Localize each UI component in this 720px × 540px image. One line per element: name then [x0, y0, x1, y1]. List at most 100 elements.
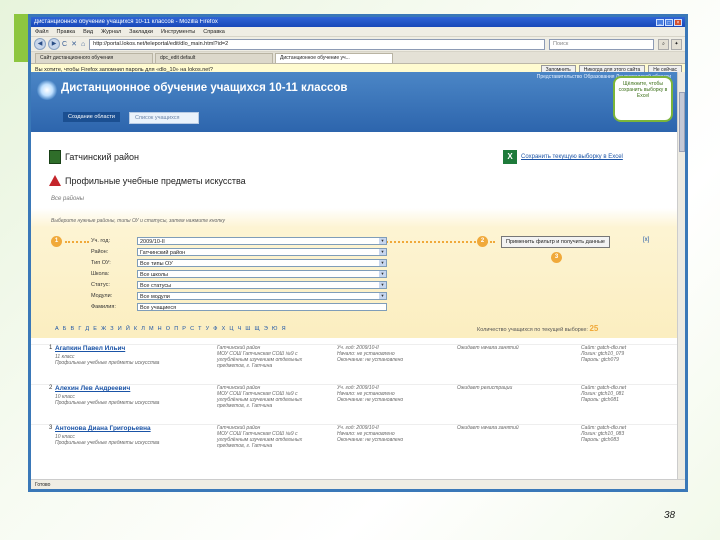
vertical-scrollbar[interactable] — [677, 72, 685, 479]
dropdown-arrow-icon[interactable]: ▼ — [379, 271, 386, 277]
filter-label: Район: — [91, 249, 109, 255]
subject-header: Профильные учебные предметы искусства — [49, 175, 246, 186]
dropdown-arrow-icon[interactable]: ▼ — [379, 238, 386, 244]
apply-filter-button[interactable]: Применить фильтр и получить данные — [501, 236, 610, 248]
excel-icon[interactable]: X — [503, 150, 517, 164]
addon-icon[interactable]: ✦ — [671, 38, 682, 50]
step-1-arrow — [65, 241, 89, 243]
dropdown-arrow-icon[interactable]: ▼ — [379, 249, 386, 255]
filter-row-district: Район: Гатчинский район ▼ — [91, 248, 387, 256]
reset-filter-link[interactable]: [x] — [643, 237, 649, 243]
student-name-link[interactable]: Антонова Диана Григорьевна — [55, 425, 151, 432]
select-value: 2009/10-II — [140, 239, 165, 245]
region-crest-icon — [49, 150, 61, 164]
select-value: Гатчинский район — [140, 250, 186, 256]
site-title: Дистанционное обучение учащихся 10-11 кл… — [61, 82, 348, 94]
select-value: Все модули — [140, 294, 170, 300]
filter-row-school: Школа: Все школы ▼ — [91, 270, 387, 278]
student-name-link[interactable]: Агапкин Павел Ильич — [55, 345, 125, 352]
table-row: 3 Антонова Диана Григорьевна 10 класс Пр… — [31, 424, 677, 463]
close-button[interactable]: × — [674, 18, 682, 26]
excel-export-link[interactable]: Сохранить текущую выборку в Excel — [521, 154, 623, 160]
student-subject: Профильные учебные предметы искусства — [55, 440, 160, 446]
filter-label: Школа: — [91, 271, 110, 277]
tab-dpc-edit[interactable]: dpc_edit default — [155, 53, 273, 63]
login-info: Сайт: gatch-dlo.net Логин: gtch10_079 Па… — [581, 345, 626, 363]
table-row: 2 Алехин Лев Андреевич 10 класс Профильн… — [31, 384, 677, 423]
menu-tools[interactable]: Инструменты — [161, 29, 195, 35]
filter-label: Модули: — [91, 293, 113, 299]
address-bar[interactable]: http://portal.lokos.net/teleportal/edit/… — [89, 38, 545, 50]
slide-frame: Дистанционное обучение учащихся 10-11 кл… — [28, 14, 688, 492]
tab-dlo-active[interactable]: Дистанционное обучение уч... — [275, 53, 393, 63]
all-regions-label[interactable]: Все районы — [51, 196, 84, 202]
dates-info: Уч. год: 2009/10-II Начало: не установле… — [337, 385, 403, 403]
count-label: Количество учащихся по текущей выборке: — [477, 327, 588, 333]
forward-icon[interactable]: ▶ — [48, 38, 60, 50]
date-line: Окончание: не установлено — [337, 437, 404, 443]
menu-file[interactable]: Файл — [35, 29, 49, 35]
filter-row-surname: Фамилия: Все учащиеся — [91, 303, 387, 311]
school-line: предметов, г. Гатчина — [217, 443, 273, 449]
region-name: Гатчинский район — [65, 152, 139, 162]
nav-tab-students[interactable]: Список учащихся — [129, 112, 199, 124]
surname-input[interactable]: Все учащиеся — [137, 303, 387, 311]
search-input[interactable]: Поиск — [549, 38, 654, 50]
select-value: Все школы — [140, 272, 168, 278]
login-info: Сайт: gatch-dlo.net Логин: gtch10_083 Па… — [581, 425, 626, 443]
school-info: Гатчинский район МОУ СОШ Гатчинская СОШ … — [217, 345, 302, 369]
row-number: 3 — [49, 425, 53, 431]
select-value: Все статусы — [140, 283, 172, 289]
excel-hint-bubble: Щёлкните, чтобы сохранить выборку в Exce… — [613, 76, 673, 122]
table-row: 1 Агапкин Павел Ильич 11 класс Профильны… — [31, 344, 677, 383]
tab-bar: Сайт дистанционного обучения dpc_edit de… — [31, 52, 685, 64]
result-count: Количество учащихся по текущей выборке: … — [477, 324, 598, 333]
school-type-select[interactable]: Все типы ОУ ▼ — [137, 259, 387, 267]
menu-view[interactable]: Вид — [83, 29, 93, 35]
window-title: Дистанционное обучение учащихся 10-11 кл… — [34, 19, 218, 25]
login-line: Пароль: gtch079 — [581, 357, 619, 363]
menu-history[interactable]: Журнал — [101, 29, 121, 35]
dropdown-arrow-icon[interactable]: ▼ — [379, 293, 386, 299]
filter-label: Статус: — [91, 282, 110, 288]
menu-bar: Файл Правка Вид Журнал Закладки Инструме… — [31, 27, 685, 37]
search-icon[interactable]: ⌕ — [658, 38, 669, 50]
dropdown-arrow-icon[interactable]: ▼ — [379, 260, 386, 266]
status-select[interactable]: Все статусы ▼ — [137, 281, 387, 289]
alphabet-index[interactable]: А Б В Г Д Е Ж З И Й К Л М Н О П Р С Т У … — [55, 326, 287, 332]
student-name-link[interactable]: Алехин Лев Андреевич — [55, 385, 130, 392]
year-select[interactable]: 2009/10-II ▼ — [137, 237, 387, 245]
excel-export[interactable]: X Сохранить текущую выборку в Excel — [503, 150, 623, 164]
minimize-button[interactable]: _ — [656, 18, 664, 26]
status-info: Ожидает регистрации — [457, 385, 513, 391]
tab-dlo-site[interactable]: Сайт дистанционного обучения — [35, 53, 153, 63]
school-select[interactable]: Все школы ▼ — [137, 270, 387, 278]
menu-help[interactable]: Справка — [203, 29, 225, 35]
row-number: 1 — [49, 345, 53, 351]
filter-hint: Выберите нужные районы, типы ОУ и статус… — [51, 218, 225, 224]
browser-window: Дистанционное обучение учащихся 10-11 кл… — [31, 17, 685, 489]
maximize-button[interactable]: □ — [665, 18, 673, 26]
district-select[interactable]: Гатчинский район ▼ — [137, 248, 387, 256]
stop-icon[interactable]: ✕ — [71, 40, 77, 48]
filter-row-modules: Модули: Все модули ▼ — [91, 292, 387, 300]
dropdown-arrow-icon[interactable]: ▼ — [379, 282, 386, 288]
menu-bookmarks[interactable]: Закладки — [129, 29, 153, 35]
select-value: Все типы ОУ — [140, 261, 173, 267]
filter-label: Фамилия: — [91, 304, 116, 310]
scrollbar-thumb[interactable] — [679, 92, 685, 152]
school-line: предметов, г. Гатчина — [217, 363, 273, 369]
menu-edit[interactable]: Правка — [57, 29, 76, 35]
nav-tab-create[interactable]: Создание области — [63, 112, 120, 122]
modules-select[interactable]: Все модули ▼ — [137, 292, 387, 300]
school-info: Гатчинский район МОУ СОШ Гатчинская СОШ … — [217, 425, 302, 449]
subject-triangle-icon — [49, 175, 61, 186]
login-info: Сайт: gatch-dlo.net Логин: gtch10_081 Па… — [581, 385, 626, 403]
reload-icon[interactable]: C — [62, 41, 67, 48]
student-subject: Профильные учебные предметы искусства — [55, 400, 160, 406]
step-3-badge: 3 — [551, 252, 562, 263]
home-icon[interactable]: ⌂ — [81, 41, 85, 48]
filter-panel: Выберите нужные районы, типы ОУ и статус… — [31, 208, 677, 338]
back-icon[interactable]: ◀ — [34, 38, 46, 50]
filter-row-status: Статус: Все статусы ▼ — [91, 281, 387, 289]
